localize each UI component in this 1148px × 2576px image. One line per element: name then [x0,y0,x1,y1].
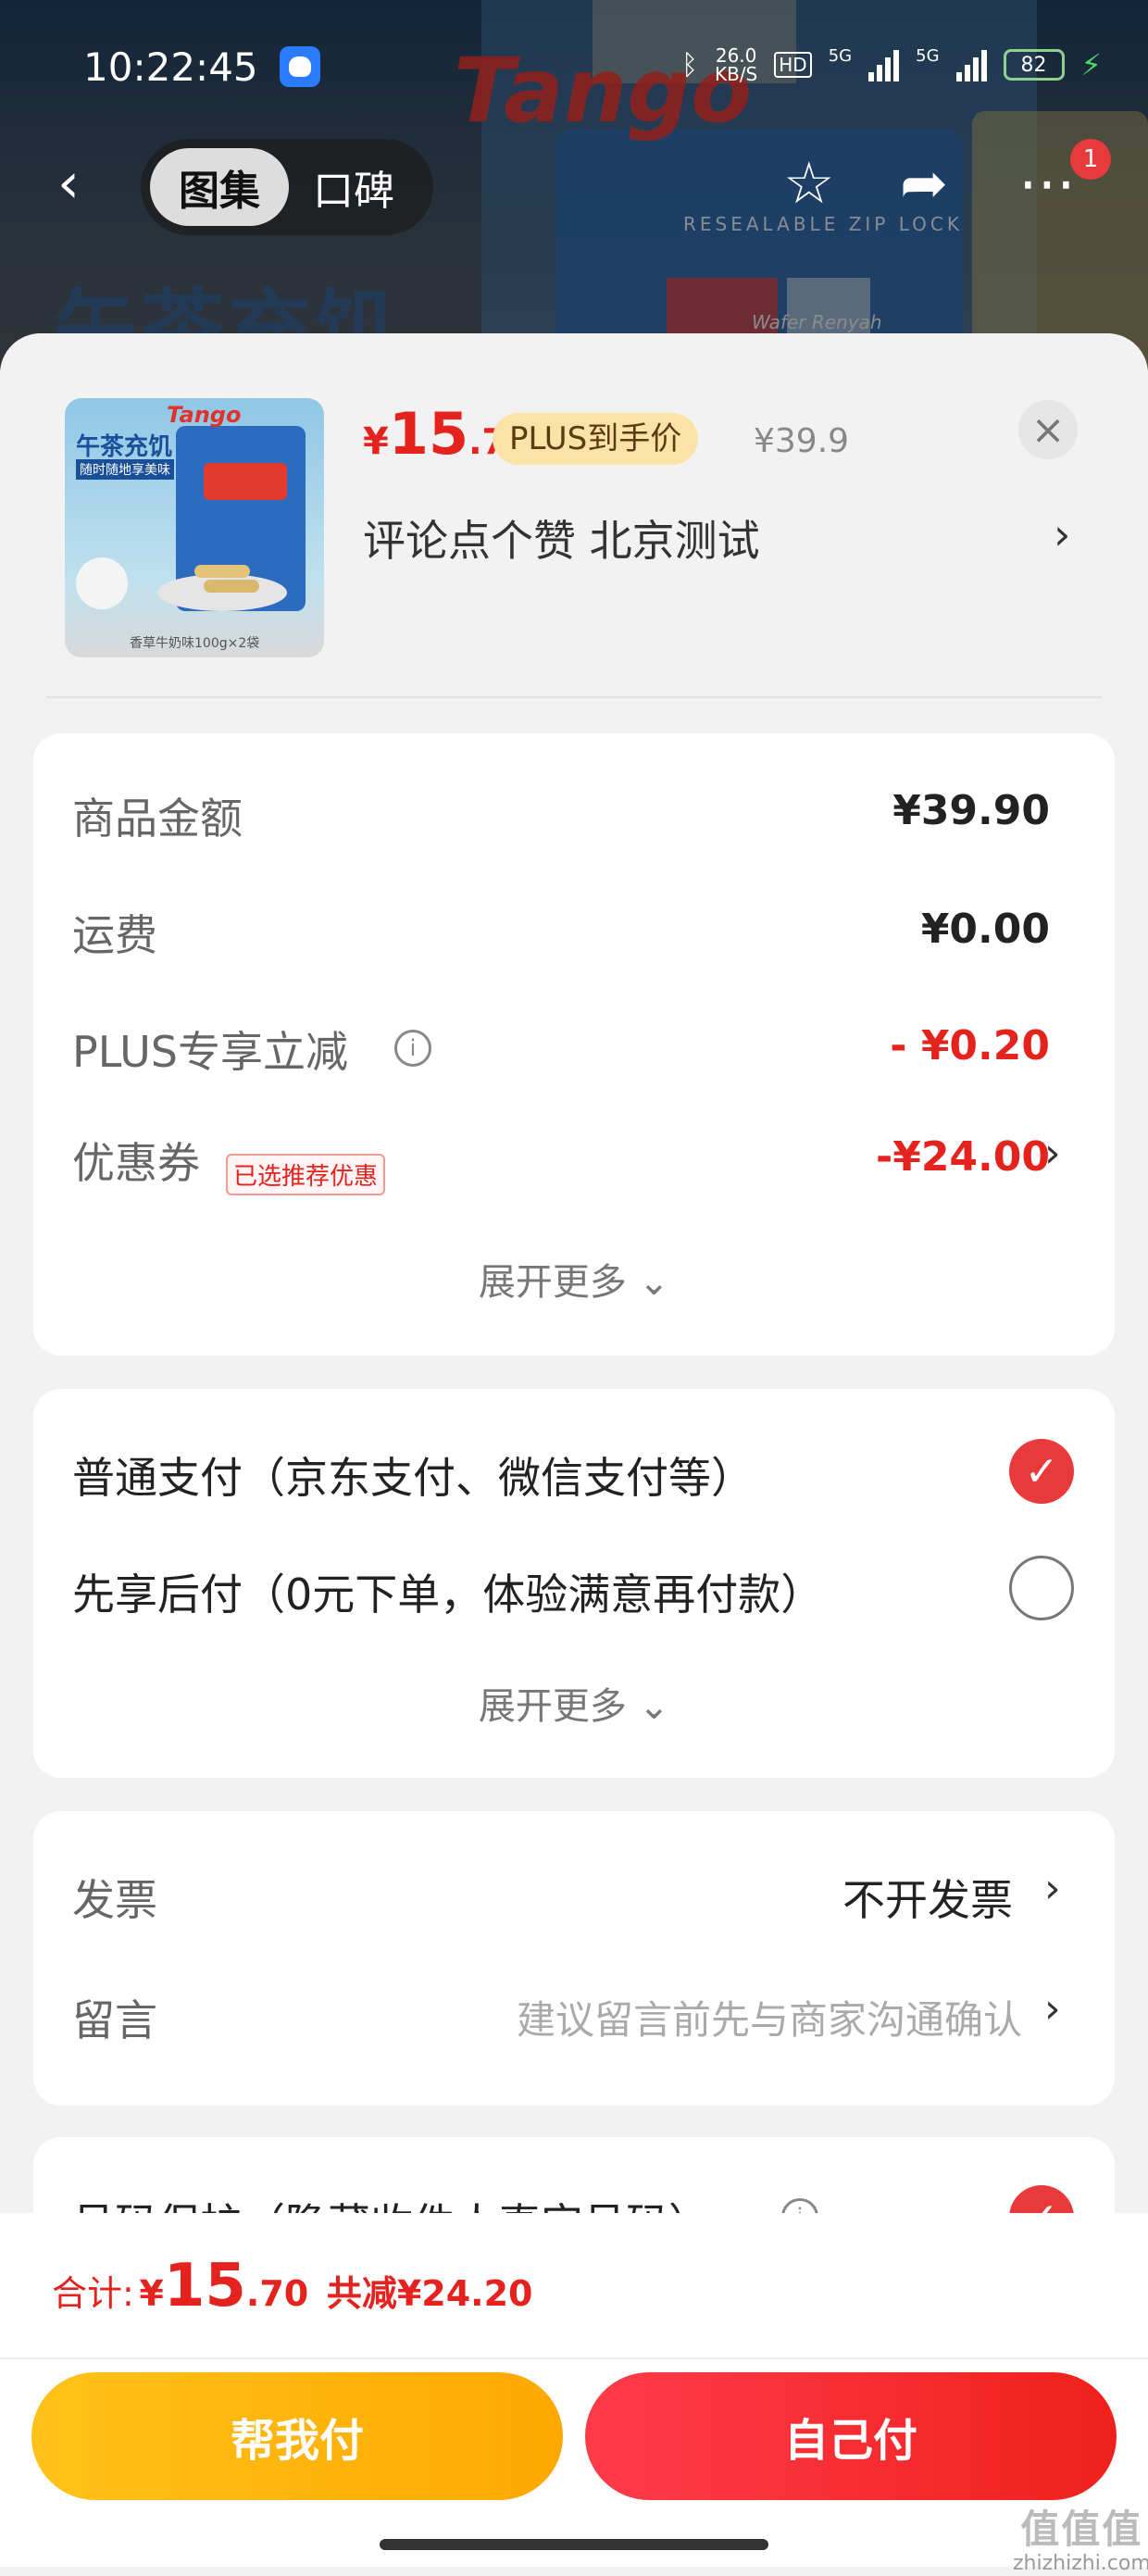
network-type-1: 5G [828,46,853,66]
product-thumbnail: Tango 午茶充饥 随时随地享美味 香草牛奶味100g×2袋 [65,398,324,657]
chevron-down-icon: ⌄ [626,1685,670,1728]
expand-more-label: 展开更多 [478,1261,627,1304]
chevron-right-icon[interactable]: › [1044,1130,1061,1177]
watermark-site: zhizhizhi.com [1013,2552,1148,2575]
total-decimal: .70 [245,2273,309,2314]
watermark: 值值值 zhizhizhi.com [1013,2507,1148,2576]
network-speed-value: 26.0 [715,44,757,67]
status-bar: 10:22:45 ᛒ 26.0 KB/S HD 5G 5G 82 ⚡ [0,37,1148,102]
payment-method-card: 普通支付（京东支付、微信支付等） ✓ 先享后付（0元下单，体验满意再付款） 展开… [33,1389,1115,1778]
app-notification-icon [280,46,320,87]
invoice-label[interactable]: 发票 [72,1867,157,1928]
shipping-label: 运费 [72,910,157,960]
chevron-right-icon[interactable]: › [1054,509,1070,559]
price-currency: ¥ [363,420,389,463]
thumb-brand: Tango [167,402,242,428]
notification-badge: 1 [1070,139,1111,180]
close-icon[interactable]: × [1018,400,1078,459]
goods-amount-label: 商品金额 [72,794,243,844]
thumb-subtitle: 随时随地享美味 [76,459,174,480]
product-spec[interactable]: 评论点个赞 北京测试 [363,507,760,569]
pay-myself-button[interactable]: 自己付 [585,2372,1117,2500]
chevron-right-icon[interactable]: › [1044,1865,1061,1912]
order-total: 合计: ¥15.70 共减¥24.20 [52,2252,532,2320]
share-icon[interactable]: ➦ [900,146,948,220]
status-time: 10:22:45 [83,44,258,90]
bluetooth-icon: ᛒ [680,48,698,81]
signal-icon [868,48,900,81]
network-speed-unit: KB/S [714,63,758,85]
coupon-label[interactable]: 优惠券 [72,1130,200,1191]
more-icon[interactable]: ⋯ [1018,146,1076,220]
payment-option-pay-later[interactable]: 先享后付（0元下单，体验满意再付款） [72,1561,823,1622]
star-icon[interactable]: ☆ [783,146,835,220]
expand-more-button[interactable]: 展开更多 ⌄ [33,1676,1115,1730]
message-label[interactable]: 留言 [72,1987,157,2048]
home-indicator[interactable] [380,2539,768,2550]
network-speed: 26.0 KB/S [715,46,757,83]
watermark-logo: 值值值 [1020,2507,1143,2552]
payment-option-standard[interactable]: 普通支付（京东支付、微信支付等） [72,1444,754,1506]
battery-icon: 82 [1003,49,1065,81]
chevron-down-icon: ⌄ [626,1261,670,1304]
checkout-bottom-bar: 合计: ¥15.70 共减¥24.20 帮我付 自己付 值值值 zhizhizh… [0,2213,1148,2575]
chevron-right-icon[interactable]: › [1044,1985,1061,2032]
total-label: 合计: [52,2273,134,2314]
shipping-value: ¥0.00 [920,906,1050,953]
thumb-footer: 香草牛奶味100g×2袋 [130,636,260,651]
product-header: Tango 午茶充饥 随时随地享美味 香草牛奶味100g×2袋 ¥15.7 PL… [0,333,1148,700]
info-icon[interactable]: i [394,1030,431,1067]
invoice-value[interactable]: 不开发票 [842,1867,1013,1928]
message-placeholder[interactable]: 建议留言前先与商家沟通确认 [517,1989,1022,2045]
background-product-page: Tango RESEALABLE ZIP LOCK Wafer Renyah 午… [0,0,1148,389]
tab-gallery[interactable]: 图集 [150,148,289,226]
plus-discount-value: - ¥0.20 [890,1022,1050,1069]
gallery-tabs: 图集 口碑 [141,139,433,235]
coupon-recommended-tag: 已选推荐优惠 [226,1154,386,1195]
network-type-2: 5G [916,46,940,66]
original-price: ¥39.9 [754,422,850,460]
invoice-message-card: 发票 不开发票 › 留言 建议留言前先与商家沟通确认 › [33,1811,1115,2106]
total-currency: ¥ [139,2273,164,2314]
total-saving: 共减¥24.20 [326,2273,533,2314]
hd-voice-icon: HD [774,52,812,78]
price-integer: 15 [388,400,469,468]
total-integer: 15 [163,2252,246,2320]
plus-price-tag: PLUS到手价 [493,413,699,465]
product-price: ¥15.7 [363,400,506,468]
plus-discount-label: PLUS专享立减 [72,1027,348,1077]
tab-reviews[interactable]: 口碑 [289,148,418,226]
expand-more-label: 展开更多 [478,1685,627,1728]
divider [46,696,1102,698]
goods-amount-value: ¥39.90 [892,787,1050,834]
coupon-value[interactable]: -¥24.00 [876,1133,1050,1181]
battery-level: 82 [1020,53,1047,77]
status-indicators: ᛒ 26.0 KB/S HD 5G 5G 82 ⚡ [681,46,1102,83]
check-icon[interactable]: ✓ [1009,1439,1074,1504]
help-me-pay-button[interactable]: 帮我付 [31,2372,563,2500]
price-summary-card: 商品金额 ¥39.90 运费 ¥0.00 PLUS专享立减 i - ¥0.20 … [33,733,1115,1356]
charging-icon: ⚡ [1080,47,1102,82]
thumb-title: 午茶充饥 [76,433,173,461]
back-arrow-icon[interactable]: ‹ [57,156,80,211]
radio-unselected[interactable] [1009,1556,1074,1620]
divider [0,2357,1148,2359]
signal-icon-2 [955,48,987,81]
expand-more-button[interactable]: 展开更多 ⌄ [33,1252,1115,1306]
